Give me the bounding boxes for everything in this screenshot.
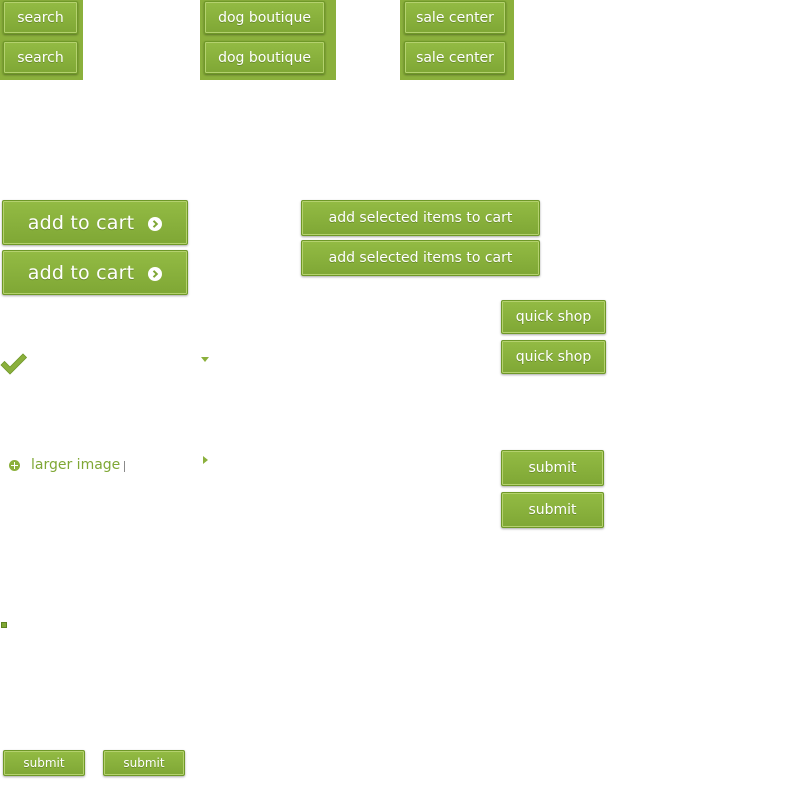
submit-button[interactable]: submit <box>501 450 604 486</box>
sale-center-button-hover[interactable]: sale center <box>404 41 506 74</box>
add-selected-items-label: add selected items to cart <box>328 210 513 226</box>
quick-shop-button-hover[interactable]: quick shop <box>501 340 606 374</box>
close-icon[interactable] <box>1 622 7 628</box>
dog-boutique-button-hover[interactable]: dog boutique <box>204 41 325 74</box>
submit-label: submit <box>528 502 577 518</box>
submit-small-label: submit <box>23 756 65 770</box>
submit-button-hover[interactable]: submit <box>501 492 604 528</box>
search-button-label: search <box>17 49 64 66</box>
submit-small-button-hover[interactable]: submit <box>103 750 185 776</box>
triangle-right-icon[interactable] <box>203 456 208 464</box>
quick-shop-label: quick shop <box>515 309 592 325</box>
arrow-right-circle-icon <box>148 216 163 231</box>
search-button[interactable]: search <box>3 1 78 34</box>
add-selected-items-button-hover[interactable]: add selected items to cart <box>301 240 540 276</box>
add-to-cart-label: add to cart <box>27 261 135 284</box>
dog-boutique-button-label: dog boutique <box>218 49 311 66</box>
submit-small-button[interactable]: submit <box>3 750 85 776</box>
larger-image-link[interactable]: larger image <box>9 455 126 475</box>
add-to-cart-button-hover[interactable]: add to cart <box>2 250 188 295</box>
sale-center-button-label: sale center <box>416 49 494 66</box>
add-selected-items-button[interactable]: add selected items to cart <box>301 200 540 236</box>
plus-circle-icon <box>9 459 20 471</box>
larger-image-label: larger image <box>31 457 121 473</box>
dog-boutique-button[interactable]: dog boutique <box>204 1 325 34</box>
sale-center-button-label: sale center <box>416 9 494 26</box>
submit-label: submit <box>528 460 577 476</box>
search-button-label: search <box>17 9 64 26</box>
dog-boutique-button-label: dog boutique <box>218 9 311 26</box>
add-selected-items-label: add selected items to cart <box>328 250 513 266</box>
arrow-right-circle-icon <box>148 266 163 281</box>
search-button-hover[interactable]: search <box>3 41 78 74</box>
sale-center-button[interactable]: sale center <box>404 1 506 34</box>
quick-shop-button[interactable]: quick shop <box>501 300 606 334</box>
triangle-down-icon[interactable] <box>201 357 209 362</box>
add-to-cart-button[interactable]: add to cart <box>2 200 188 245</box>
divider <box>124 460 126 472</box>
checkmark-icon <box>0 352 28 376</box>
submit-small-label: submit <box>123 756 165 770</box>
add-to-cart-label: add to cart <box>27 211 135 234</box>
quick-shop-label: quick shop <box>515 349 592 365</box>
